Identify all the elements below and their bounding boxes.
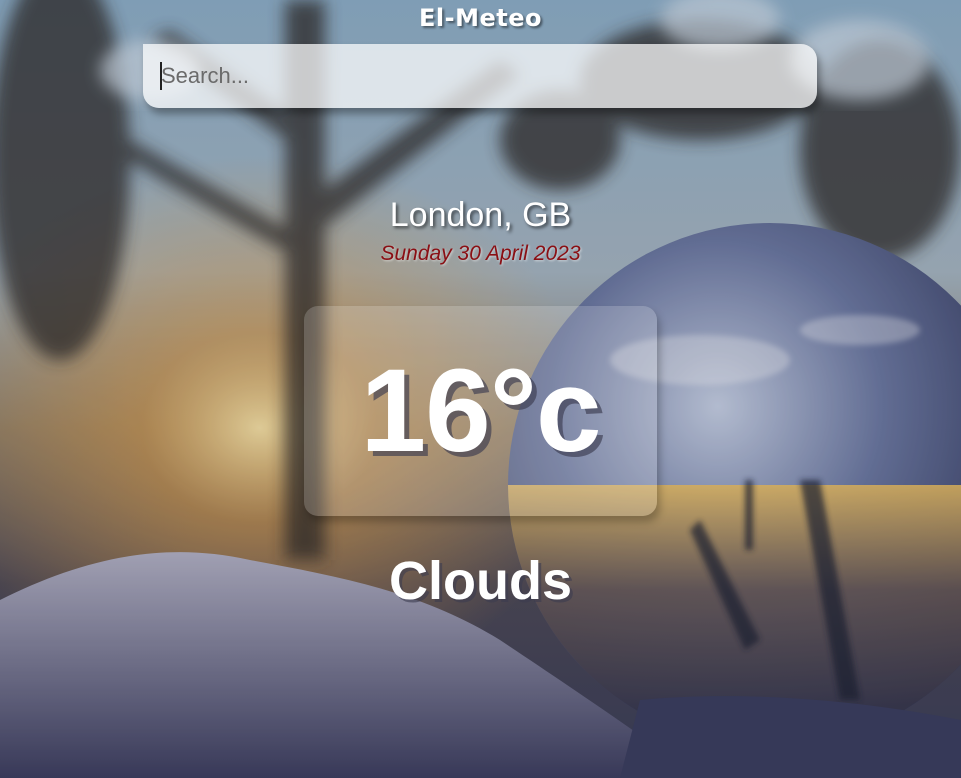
search-input[interactable] [143, 44, 817, 108]
text-caret [160, 62, 162, 90]
date-label: Sunday 30 April 2023 [380, 242, 581, 265]
app-title: El-Meteo [419, 4, 542, 32]
temperature-card: 16°c [304, 306, 657, 516]
location-label: London, GB [389, 196, 572, 234]
temperature-value: 16°c [360, 345, 601, 477]
weather-condition: Clouds [389, 551, 572, 611]
